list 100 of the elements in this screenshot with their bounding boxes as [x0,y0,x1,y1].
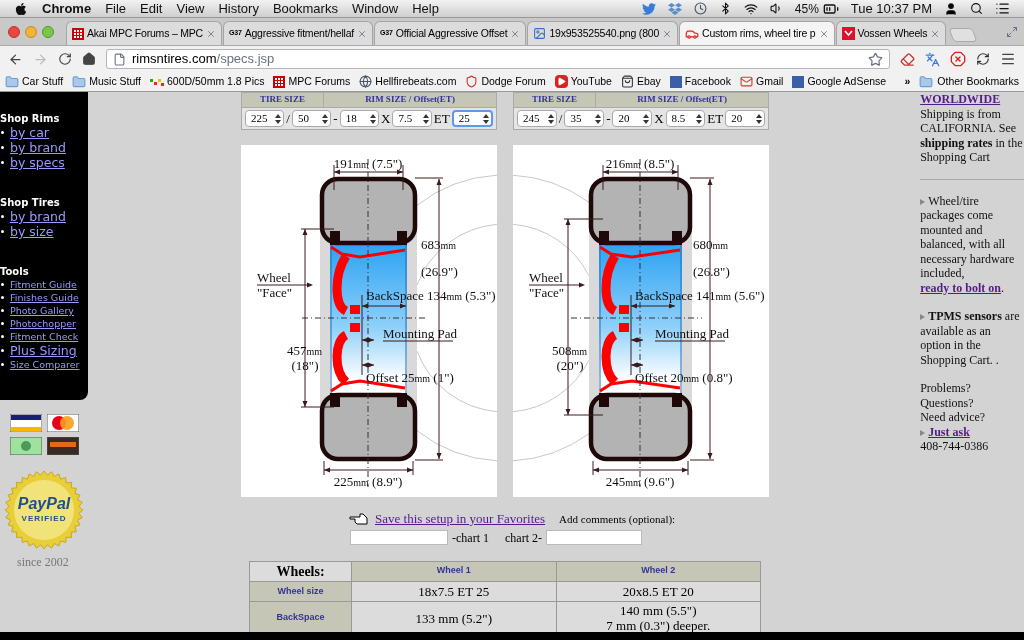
close-icon[interactable] [206,28,216,39]
table-cell: 140 mm (5.5") [620,603,697,618]
circle-arrow-icon[interactable] [976,52,990,66]
sidebar-link[interactable]: Plus Sizing [10,343,77,358]
phone-number: 408-744-0386 [920,439,990,454]
bookmark[interactable]: MPC Forums [273,73,351,90]
sidebar-link[interactable]: Finishes Guide [10,291,79,304]
back-button[interactable] [8,51,23,67]
user-icon[interactable] [944,1,958,16]
browser-tab[interactable]: 19x953525540.png (800 [527,21,679,45]
size-select[interactable]: 25 [451,110,493,127]
page-icon [113,52,126,66]
sidebar-link[interactable]: Fitment Check [10,330,79,343]
bookmark[interactable]: YouTube [554,73,612,90]
more-bookmarks-button[interactable]: » [904,73,911,90]
play-icon [554,75,568,88]
sidebar-link[interactable]: by car [10,125,49,140]
bookmark[interactable]: Gmail [739,73,784,90]
size-select[interactable]: 50 [291,110,332,127]
wifi-icon[interactable] [743,1,758,16]
close-icon[interactable] [510,28,521,39]
bookmark[interactable]: Car Stuff [5,73,64,90]
bookmark[interactable]: Facebook [669,73,731,90]
search-icon[interactable] [970,2,983,15]
bookmark-star-icon[interactable] [868,51,883,67]
browser-tab[interactable]: Akai MPC Forums – MPC [66,21,222,45]
sidebar-link[interactable]: Photo Gallery [10,304,74,317]
menu-item[interactable]: Window [351,0,399,19]
face-label: "Face" [257,285,293,300]
bullet-icon [1,283,4,286]
bullet-icon [1,349,4,352]
home-button[interactable] [82,52,96,66]
dimension-label: 683mm [421,237,457,252]
menu-item[interactable]: History [218,0,259,19]
bookmark[interactable]: Ebay [620,73,661,90]
size-select[interactable]: 7.5 [392,110,432,127]
stop-icon[interactable] [950,51,966,67]
bookmark[interactable]: Dodge Forum [465,73,546,90]
menu-clock[interactable]: Tue 10:37 PM [850,0,932,19]
size-select[interactable]: 245 [517,110,557,127]
list-icon[interactable] [995,1,1010,16]
close-icon[interactable] [662,28,673,39]
fullscreen-icon[interactable] [1006,25,1018,38]
favorites-link[interactable]: Save this setup in your Favorites [375,509,546,529]
updown-icon [275,113,282,124]
bookmark[interactable]: Music Stuff [72,73,141,90]
sidebar-link[interactable]: Photochopper [10,317,76,330]
menu-item[interactable]: File [105,0,127,19]
chart-label: -chart 1 [452,529,489,547]
face-label: Wheel [257,270,291,285]
help-text: Need advice? [920,410,987,425]
size-select[interactable]: 18 [339,110,379,127]
bird-icon[interactable] [641,1,656,16]
sidebar-link[interactable]: Size Comparer [10,358,80,371]
menu-item[interactable]: Help [412,0,439,19]
menu-item[interactable]: Bookmarks [272,0,338,19]
sidebar-link[interactable]: by specs [10,155,65,170]
box-icon[interactable] [667,1,682,16]
face-label: "Face" [529,285,565,300]
worldwide-link[interactable]: WORLDWIDE [920,92,1024,107]
dimension-label: Offset 20mm (0.8") [635,370,733,385]
reload-button[interactable] [58,52,72,66]
table-cell: 133 mm (5.2") [415,610,492,626]
menu-item[interactable]: View [176,0,205,19]
comment-field[interactable] [350,530,448,545]
browser-tab[interactable]: Vossen Wheels [835,21,947,45]
size-select[interactable]: 20 [725,110,765,127]
clock-icon[interactable] [693,2,707,15]
sidebar-link[interactable]: by brand [10,140,66,155]
ask-link[interactable]: Just ask [920,424,970,439]
menu-item[interactable]: Edit [140,0,163,19]
close-icon[interactable] [818,28,829,39]
sidebar-link[interactable]: by size [10,224,54,239]
size-select[interactable]: 35 [564,110,605,127]
shield-icon [465,75,479,88]
ready-link[interactable]: ready to bolt on [920,280,1001,295]
eraser-icon[interactable] [900,51,915,67]
sidebar-link[interactable]: by brand [10,209,66,224]
apple-icon[interactable] [14,1,28,16]
close-window-button[interactable] [8,25,20,38]
menu-icon[interactable] [1000,51,1016,67]
bookmark[interactable]: Google AdSense [792,73,887,90]
comment-field[interactable] [545,530,642,545]
close-icon[interactable] [357,28,368,39]
close-icon[interactable] [930,28,941,39]
address-bar[interactable]: rimsntires.com/specs.jsp [106,49,890,69]
size-select[interactable]: 20 [612,110,653,127]
sidebar-link[interactable]: Fitment Guide [10,278,77,291]
bookmark[interactable]: Other Bookmarks [919,73,1019,90]
updown-icon [482,113,489,124]
bookmark[interactable]: 600D/50mm 1.8 Pics [150,73,265,90]
bookmark[interactable]: Hellfirebeats.com [359,73,457,90]
volume-icon[interactable] [769,2,783,15]
size-select[interactable]: 8.5 [665,110,706,127]
app-menu[interactable]: Chrome [42,0,92,19]
triangle-icon [920,198,926,205]
browser-tab[interactable]: Custom rims, wheel tire p [679,21,835,45]
help-text: Problems? [920,381,972,396]
translate-icon[interactable] [925,51,940,67]
size-select[interactable]: 225 [245,110,285,127]
